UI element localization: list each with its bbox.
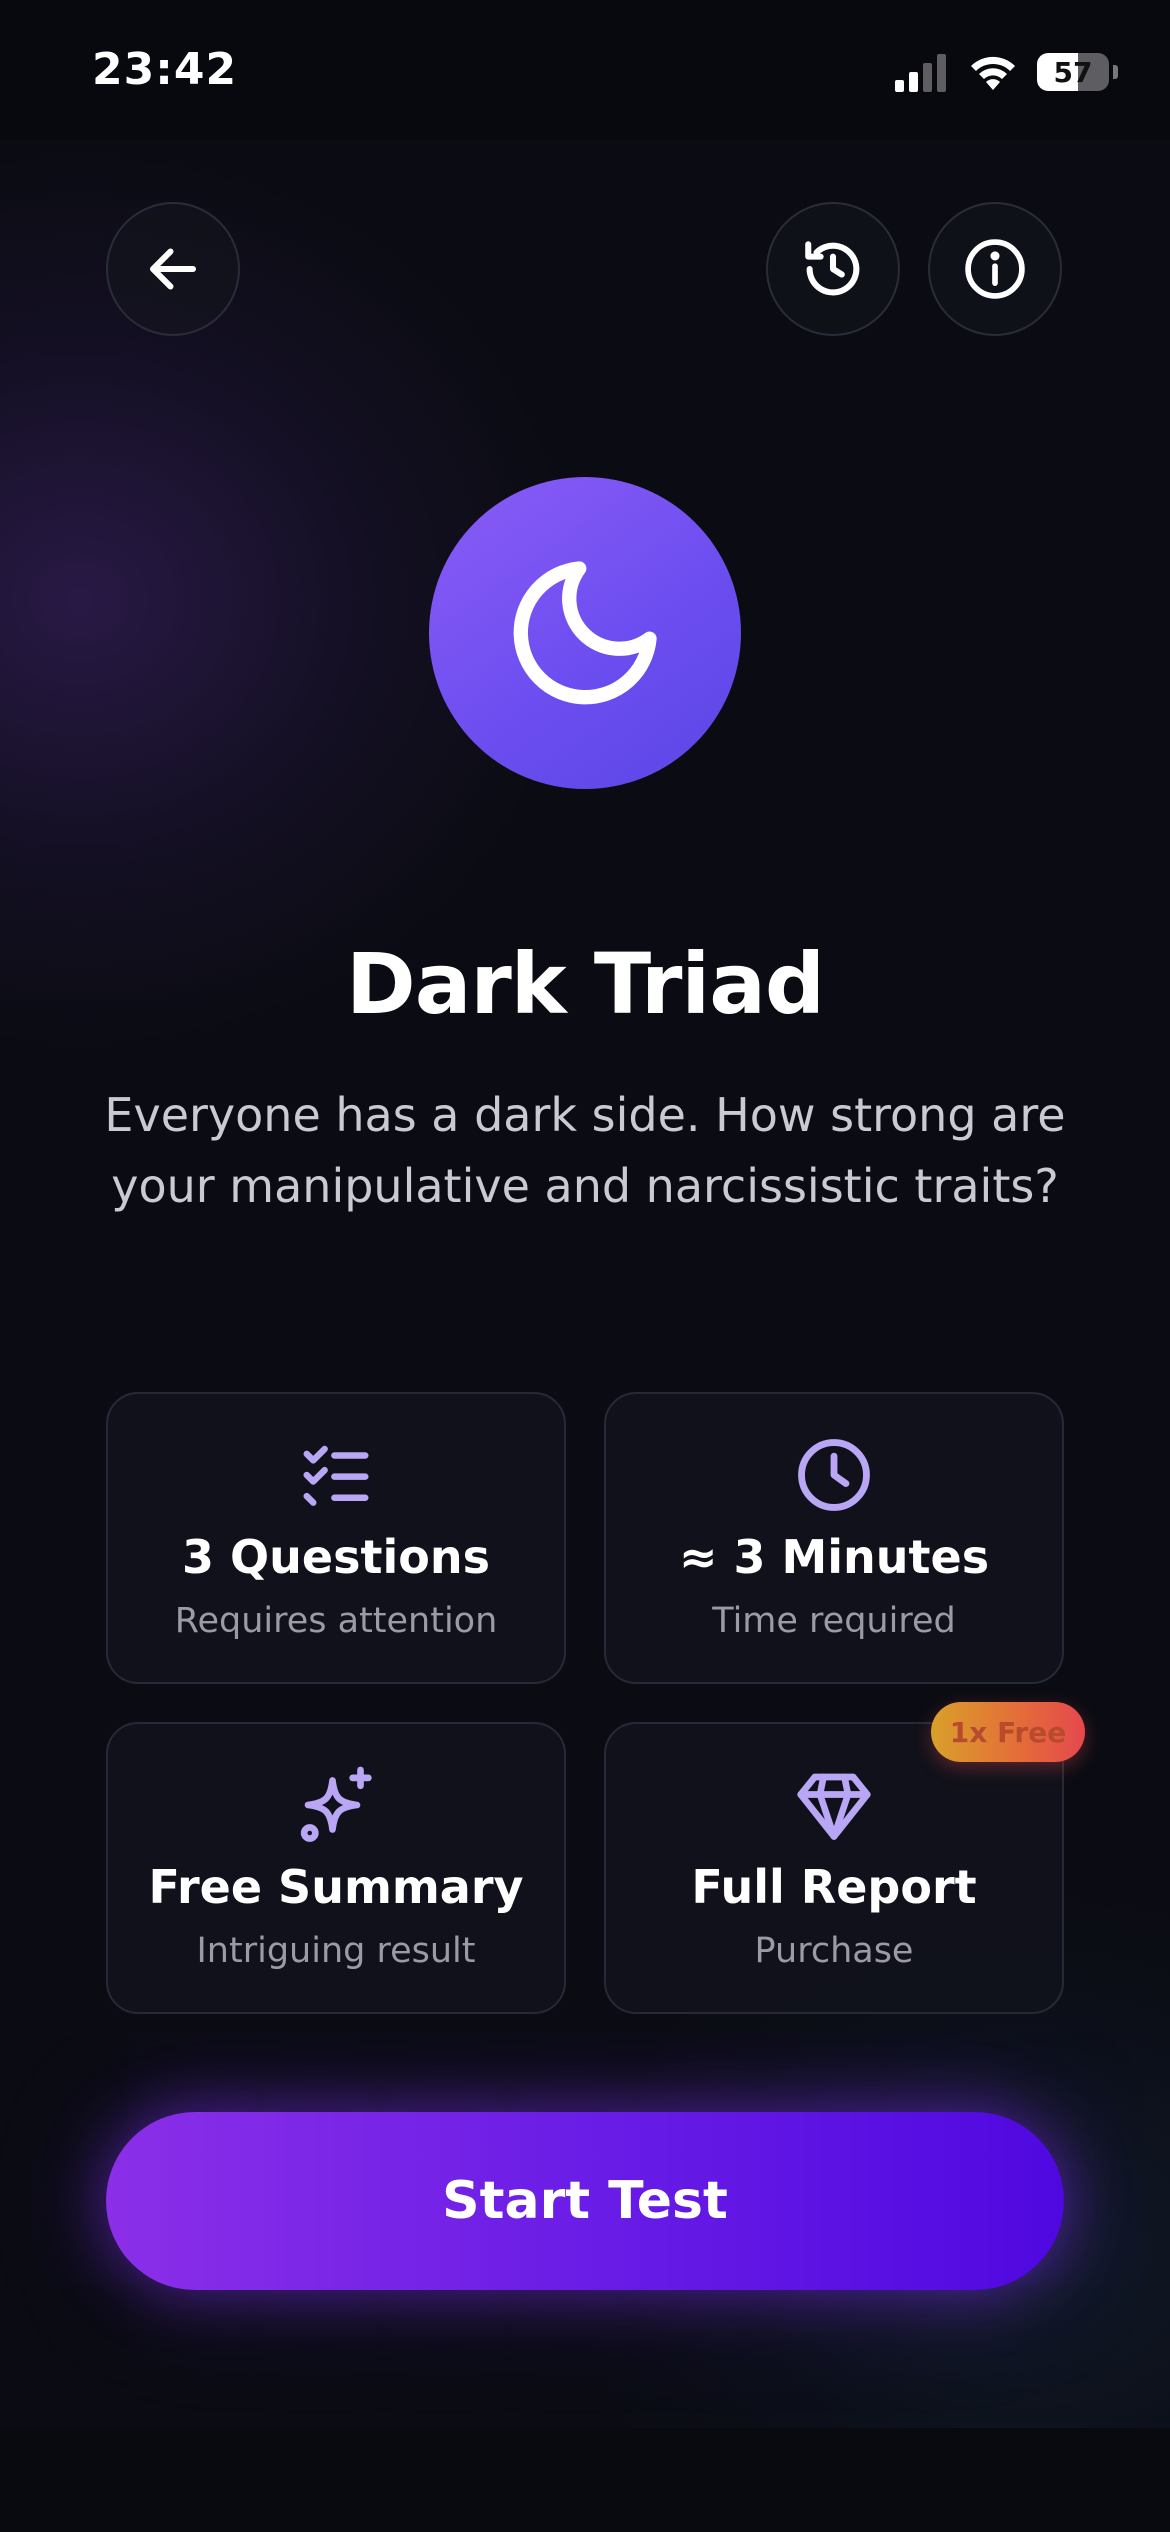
wifi-icon [971,56,1015,90]
card-duration: ≈ 3 Minutes Time required [604,1392,1064,1684]
signal-icon [895,54,946,92]
test-intro-screen: 23:42 57 Dark Triad Everyone has a dark … [0,0,1170,2532]
sparkles-icon [300,1766,372,1842]
start-test-button[interactable]: Start Test [106,2112,1064,2290]
history-button[interactable] [766,202,900,336]
test-description: Everyone has a dark side. How strong are… [104,1088,1066,1213]
checklist-icon [303,1445,369,1506]
info-icon [965,239,1025,299]
diamond-icon [797,1773,871,1840]
info-button[interactable] [928,202,1062,336]
card-subtitle: Purchase [754,1931,914,1971]
status-time: 23:42 [92,44,238,95]
card-title: Free Summary [148,1860,524,1914]
card-title: ≈ 3 Minutes [678,1530,990,1584]
status-icons: 57 [895,50,1118,94]
test-icon-badge [429,477,741,789]
arrow-left-icon [150,248,196,290]
card-subtitle: Intriguing result [196,1931,476,1971]
battery-cap [1113,65,1118,79]
card-questions: 3 Questions Requires attention [106,1392,566,1684]
history-icon [805,241,860,296]
free-badge: 1x Free [931,1702,1085,1762]
clock-icon [798,1439,870,1511]
card-title: 3 Questions [182,1530,490,1584]
card-full-report[interactable]: Full Report Purchase [604,1722,1064,2014]
card-subtitle: Requires attention [174,1601,498,1641]
back-button[interactable] [106,202,240,336]
battery-indicator: 57 [1037,53,1109,91]
card-free-summary: Free Summary Intriguing result [106,1722,566,2014]
card-title: Full Report [691,1860,977,1914]
battery-percent: 57 [1053,55,1093,89]
bottom-safe-area [0,2428,1170,2532]
moon-icon [513,561,657,705]
card-subtitle: Time required [712,1601,956,1641]
test-title: Dark Triad [345,935,825,1033]
status-bar: 23:42 57 [0,0,1170,140]
